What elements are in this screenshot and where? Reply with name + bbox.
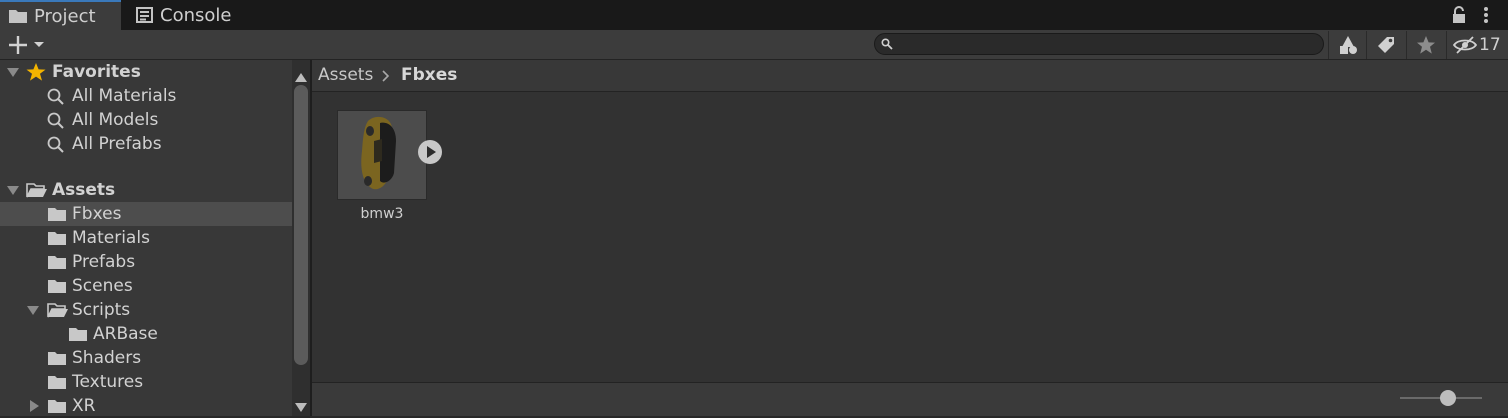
plus-icon bbox=[9, 36, 44, 54]
tree-item-arbase[interactable]: ARBase bbox=[0, 322, 292, 346]
tab-console-label: Console bbox=[160, 4, 232, 26]
tree-label: XR bbox=[72, 396, 96, 416]
car-model-icon bbox=[338, 111, 426, 199]
search-by-type-button[interactable] bbox=[1328, 31, 1366, 59]
folder-icon bbox=[69, 328, 87, 341]
search-input[interactable] bbox=[874, 33, 1324, 55]
expand-arrow-icon[interactable] bbox=[7, 186, 19, 195]
tree-item-assets[interactable]: Assets bbox=[0, 178, 292, 202]
favorite-button[interactable] bbox=[1406, 31, 1444, 59]
tree-item-xr[interactable]: XR bbox=[0, 394, 292, 418]
tab-project[interactable]: Project bbox=[0, 0, 121, 30]
tree-label: Favorites bbox=[52, 62, 141, 82]
folder-icon bbox=[48, 352, 66, 365]
search-icon bbox=[47, 112, 64, 129]
tree-item-fbxes[interactable]: Fbxes bbox=[0, 202, 292, 226]
folder-icon bbox=[48, 400, 66, 413]
asset-grid[interactable] bbox=[312, 92, 1508, 382]
folder-open-icon bbox=[47, 303, 68, 318]
tree-label: Materials bbox=[72, 228, 150, 248]
search-by-label-button[interactable] bbox=[1366, 31, 1404, 59]
tree-label: Fbxes bbox=[72, 204, 122, 224]
asset-thumbnail-bmw3[interactable] bbox=[337, 110, 427, 200]
tree-item-favorites[interactable]: Favorites bbox=[0, 60, 292, 84]
tree-label: Shaders bbox=[72, 348, 142, 368]
chevron-right-icon bbox=[382, 70, 390, 82]
favorite-item-all-materials[interactable]: All Materials bbox=[0, 84, 292, 108]
tree-item-shaders[interactable]: Shaders bbox=[0, 346, 292, 370]
hidden-packages-toggle[interactable]: 17 bbox=[1446, 31, 1502, 59]
folder-icon bbox=[48, 208, 66, 221]
tree-label: All Materials bbox=[72, 86, 177, 106]
tree-label: Assets bbox=[52, 180, 116, 200]
tree-label: Scripts bbox=[72, 300, 131, 320]
search-icon bbox=[47, 136, 64, 153]
eye-hidden-icon bbox=[1453, 36, 1477, 54]
star-icon bbox=[26, 63, 46, 81]
folder-icon bbox=[48, 256, 66, 269]
scroll-down-icon[interactable] bbox=[295, 397, 307, 416]
favorite-item-all-prefabs[interactable]: All Prefabs bbox=[0, 132, 292, 156]
breadcrumb: Assets Fbxes bbox=[312, 60, 1508, 92]
tab-console[interactable]: Console bbox=[126, 0, 251, 30]
collapse-arrow-icon[interactable] bbox=[30, 400, 39, 412]
tab-project-label: Project bbox=[34, 5, 96, 27]
scrollbar-thumb[interactable] bbox=[294, 85, 308, 365]
star-icon bbox=[1416, 36, 1435, 54]
tag-icon bbox=[1377, 37, 1394, 53]
tree-item-scripts[interactable]: Scripts bbox=[0, 298, 292, 322]
folder-icon bbox=[48, 280, 66, 293]
expand-arrow-icon[interactable] bbox=[27, 306, 39, 315]
tree-item-materials[interactable]: Materials bbox=[0, 226, 292, 250]
folder-icon bbox=[9, 10, 27, 23]
tree-label: ARBase bbox=[93, 324, 158, 344]
tree-label: All Models bbox=[72, 110, 159, 130]
tree-item-textures[interactable]: Textures bbox=[0, 370, 292, 394]
breadcrumb-fbxes[interactable]: Fbxes bbox=[401, 65, 457, 85]
asset-label: bmw3 bbox=[360, 206, 404, 222]
play-preview-button[interactable] bbox=[418, 140, 442, 164]
tree-label: All Prefabs bbox=[72, 134, 162, 154]
tab-bar: Project Console bbox=[0, 0, 1508, 30]
breadcrumb-assets[interactable]: Assets bbox=[318, 65, 373, 85]
folder-icon bbox=[48, 232, 66, 245]
search-icon bbox=[881, 38, 893, 50]
tree-label: Scenes bbox=[72, 276, 133, 296]
zoom-slider-handle[interactable] bbox=[1439, 390, 1456, 406]
favorite-item-all-models[interactable]: All Models bbox=[0, 108, 292, 132]
search-icon bbox=[47, 88, 64, 105]
more-options-icon[interactable] bbox=[1482, 6, 1490, 28]
folder-icon bbox=[48, 376, 66, 389]
shapes-icon bbox=[1339, 36, 1357, 54]
folder-open-icon bbox=[26, 183, 47, 198]
tree-label: Prefabs bbox=[72, 252, 136, 272]
play-icon bbox=[427, 146, 436, 158]
tree-item-scenes[interactable]: Scenes bbox=[0, 274, 292, 298]
expand-arrow-icon[interactable] bbox=[7, 68, 19, 77]
status-bar bbox=[312, 382, 1508, 416]
scroll-up-icon[interactable] bbox=[295, 67, 307, 86]
hidden-count: 17 bbox=[1479, 35, 1501, 55]
create-button[interactable] bbox=[8, 34, 48, 60]
tree-item-prefabs[interactable]: Prefabs bbox=[0, 250, 292, 274]
tree-label: Textures bbox=[72, 372, 144, 392]
console-icon bbox=[136, 7, 153, 23]
project-tree[interactable]: Favorites All Materials All Models All P… bbox=[0, 60, 292, 416]
lock-icon[interactable] bbox=[1452, 6, 1466, 28]
